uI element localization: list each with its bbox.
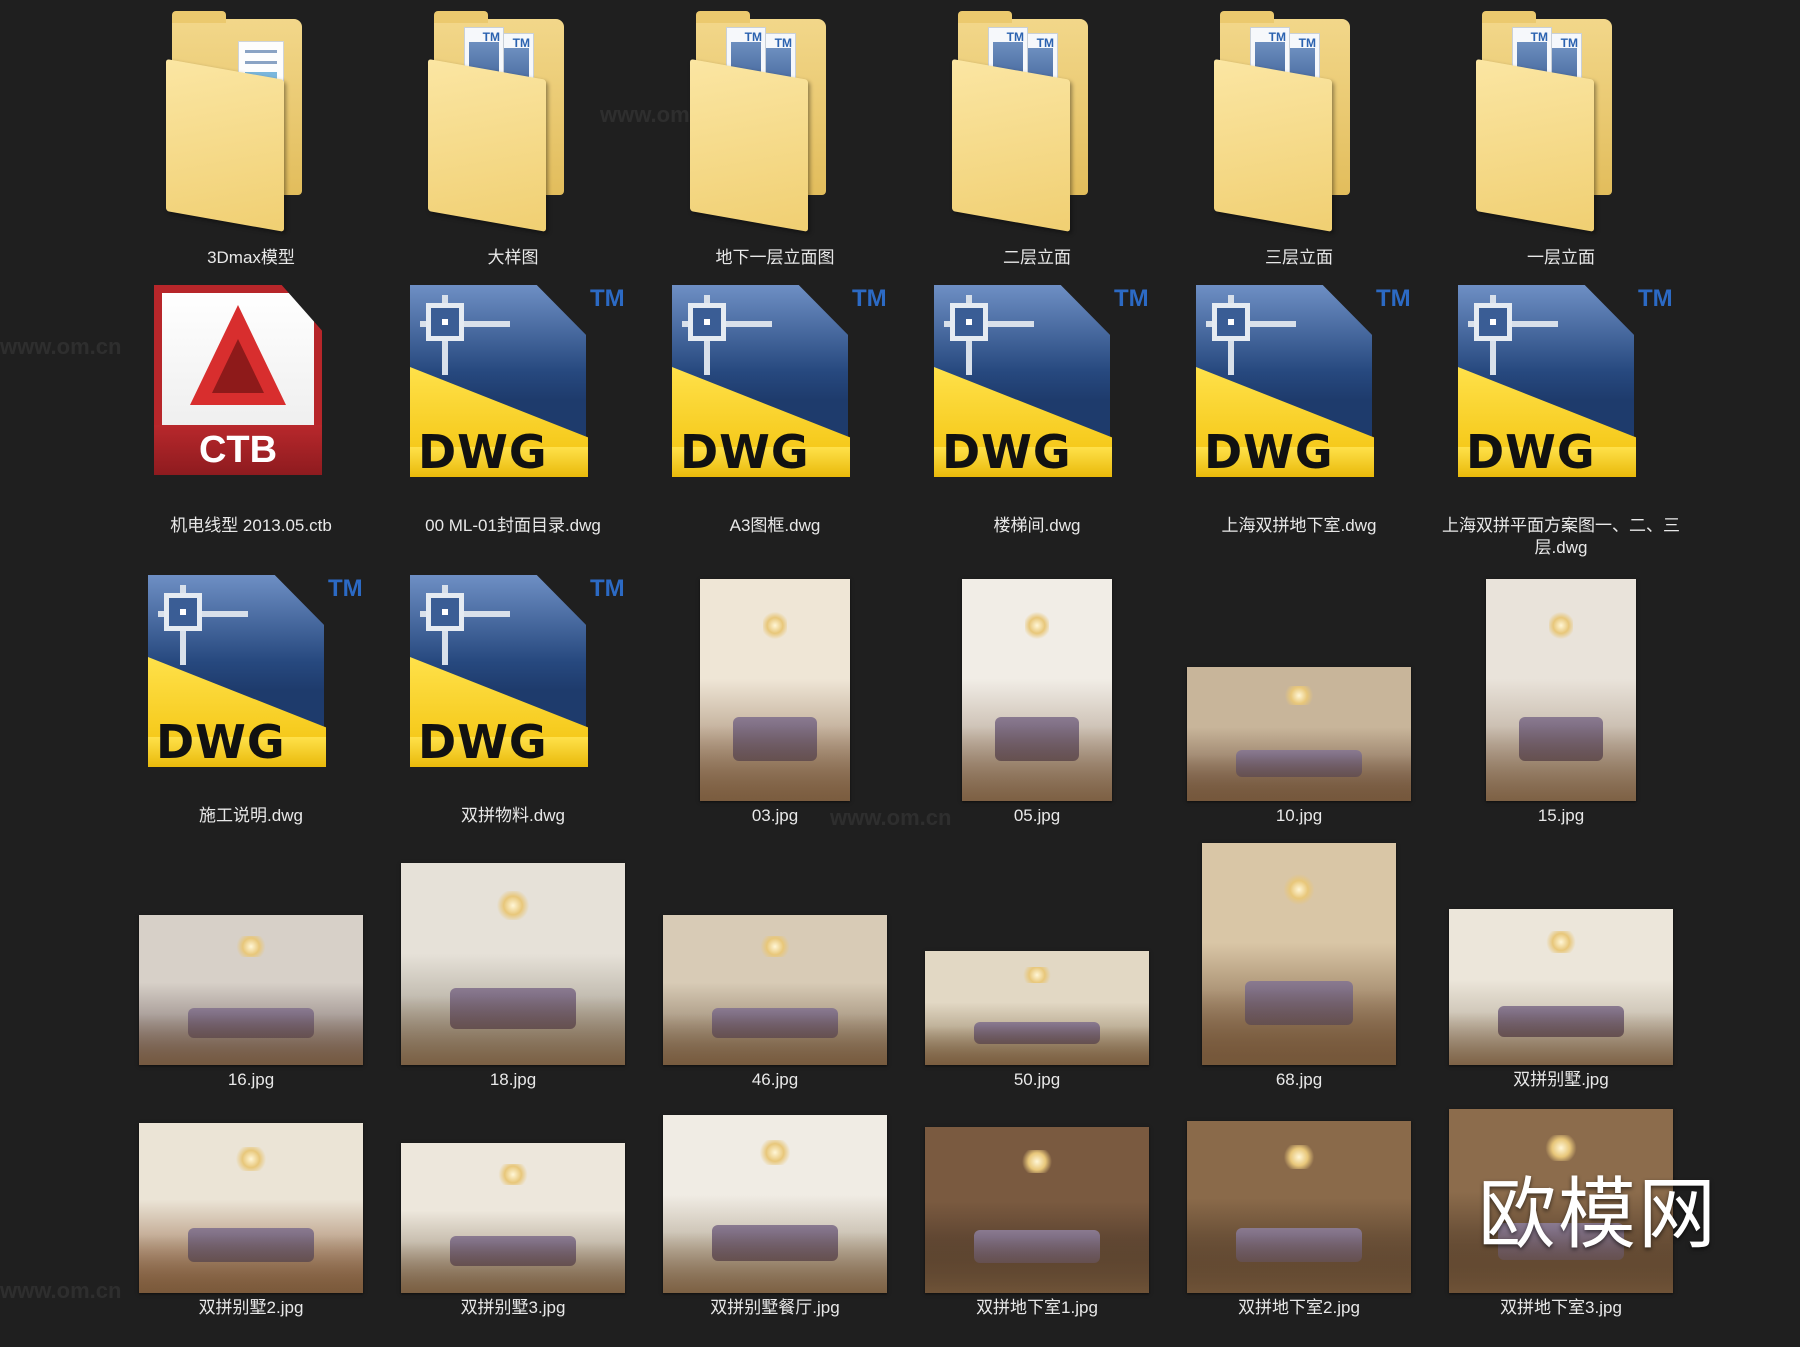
- folder-icon: TMTMVG: [1430, 7, 1692, 247]
- photo-preview: [962, 579, 1112, 801]
- photo-preview: [1486, 579, 1636, 801]
- file-item[interactable]: DWG TM 上海双拼平面方案图一、二、三层.dwg: [1430, 285, 1692, 565]
- photo-preview: [925, 951, 1149, 1065]
- dwg-file-icon: DWG TM: [906, 275, 1168, 515]
- photo-preview: [401, 1143, 625, 1293]
- image-thumbnail: [906, 829, 1168, 1069]
- file-item[interactable]: DWG TM 双拼物料.dwg: [382, 575, 644, 855]
- file-item[interactable]: DWG TM 00 ML-01封面目录.dwg: [382, 285, 644, 565]
- dwg-file-icon: DWG TM: [120, 565, 382, 805]
- file-name-label: 00 ML-01封面目录.dwg: [425, 516, 601, 535]
- image-thumbnail: [906, 1057, 1168, 1297]
- image-thumbnail: [1430, 565, 1692, 805]
- file-name-label: 03.jpg: [751, 806, 799, 825]
- file-item[interactable]: CTB 机电线型 2013.05.ctb: [120, 285, 382, 565]
- photo-preview: [401, 863, 625, 1065]
- image-thumbnail: [1168, 565, 1430, 805]
- brand-logo: 欧模网: [1478, 1170, 1719, 1260]
- file-name-label: 大样图: [487, 248, 539, 267]
- file-item[interactable]: 3Dmax模型: [120, 11, 382, 297]
- image-thumbnail: [906, 565, 1168, 805]
- file-item[interactable]: 05.jpg: [906, 577, 1168, 855]
- photo-preview: [1187, 667, 1411, 801]
- folder-icon: TMTMVG: [906, 7, 1168, 247]
- image-thumbnail: [120, 1057, 382, 1297]
- file-name-label: 一层立面: [1527, 248, 1595, 267]
- file-name-label: 双拼别墅餐厅.jpg: [710, 1298, 840, 1317]
- file-item[interactable]: 双拼别墅3.jpg: [382, 1083, 644, 1347]
- file-name-label: A3图框.dwg: [729, 516, 821, 535]
- file-name-label: 10.jpg: [1275, 806, 1323, 825]
- file-name-label: 双拼地下室3.jpg: [1500, 1298, 1622, 1317]
- file-item[interactable]: 03.jpg: [644, 577, 906, 855]
- photo-preview: [1202, 843, 1396, 1065]
- dwg-file-icon: DWG TM: [1168, 275, 1430, 515]
- photo-preview: [1449, 909, 1673, 1065]
- file-name-label: 05.jpg: [1013, 806, 1061, 825]
- watermark-text: www.om.cn: [0, 334, 122, 359]
- image-thumbnail: [382, 1057, 644, 1297]
- photo-preview: [139, 915, 363, 1065]
- file-name-label: 地下一层立面图: [715, 248, 835, 267]
- dwg-file-icon: DWG TM: [382, 275, 644, 515]
- file-item[interactable]: DWG TM A3图框.dwg: [644, 285, 906, 565]
- image-thumbnail: [644, 829, 906, 1069]
- image-thumbnail: [1168, 1057, 1430, 1297]
- photo-preview: [663, 1115, 887, 1293]
- file-name-label: 双拼别墅3.jpg: [460, 1298, 566, 1317]
- photo-preview: [663, 915, 887, 1065]
- file-item[interactable]: 双拼地下室1.jpg: [906, 1083, 1168, 1347]
- folder-icon: TMTMVG: [1168, 7, 1430, 247]
- file-item[interactable]: TMTMVG地下一层立面图: [644, 11, 906, 297]
- file-name-label: 3Dmax模型: [207, 248, 295, 267]
- watermark-text: www.om.cn: [0, 1278, 122, 1303]
- file-item[interactable]: TMTMVG一层立面: [1430, 11, 1692, 297]
- image-thumbnail: [382, 829, 644, 1069]
- file-item[interactable]: 双拼地下室2.jpg: [1168, 1083, 1430, 1347]
- dwg-file-icon: DWG TM: [1430, 275, 1692, 515]
- file-grid: 3Dmax模型TMTMVG大样图TMTMVG地下一层立面图TMTMVG二层立面T…: [120, 11, 1700, 1335]
- file-name-label: 施工说明.dwg: [199, 806, 303, 825]
- file-item[interactable]: TMTMVG三层立面: [1168, 11, 1430, 297]
- file-name-label: 上海双拼地下室.dwg: [1221, 516, 1377, 535]
- image-thumbnail: [120, 829, 382, 1069]
- folder-icon: TMTMVG: [644, 7, 906, 247]
- file-name-label: 双拼地下室2.jpg: [1238, 1298, 1360, 1317]
- file-item[interactable]: DWG TM 上海双拼地下室.dwg: [1168, 285, 1430, 565]
- file-name-label: 双拼物料.dwg: [461, 806, 565, 825]
- photo-preview: [1187, 1121, 1411, 1293]
- folder-icon: [120, 7, 382, 247]
- photo-preview: [139, 1123, 363, 1293]
- file-item[interactable]: DWG TM 施工说明.dwg: [120, 575, 382, 855]
- file-name-label: 楼梯间.dwg: [993, 516, 1081, 535]
- file-name-label: 三层立面: [1265, 248, 1333, 267]
- file-item[interactable]: 10.jpg: [1168, 577, 1430, 855]
- dwg-file-icon: DWG TM: [644, 275, 906, 515]
- file-name-label: 双拼别墅2.jpg: [198, 1298, 304, 1317]
- ctb-file-icon: CTB: [120, 275, 382, 515]
- file-name-label: 二层立面: [1003, 248, 1071, 267]
- file-item[interactable]: 双拼别墅餐厅.jpg: [644, 1083, 906, 1347]
- file-name-label: 上海双拼平面方案图一、二、三层.dwg: [1442, 516, 1680, 557]
- dwg-file-icon: DWG TM: [382, 565, 644, 805]
- image-thumbnail: [644, 1057, 906, 1297]
- file-name-label: 15.jpg: [1537, 806, 1585, 825]
- file-item[interactable]: 双拼别墅2.jpg: [120, 1083, 382, 1347]
- image-thumbnail: [644, 565, 906, 805]
- file-name-label: 机电线型 2013.05.ctb: [170, 516, 332, 535]
- image-thumbnail: [1168, 829, 1430, 1069]
- file-name-label: 双拼地下室1.jpg: [976, 1298, 1098, 1317]
- image-thumbnail: [1430, 829, 1692, 1069]
- file-item[interactable]: TMTMVG大样图: [382, 11, 644, 297]
- file-item[interactable]: DWG TM 楼梯间.dwg: [906, 285, 1168, 565]
- file-item[interactable]: 15.jpg: [1430, 577, 1692, 855]
- photo-preview: [925, 1127, 1149, 1293]
- file-item[interactable]: TMTMVG二层立面: [906, 11, 1168, 297]
- photo-preview: [700, 579, 850, 801]
- folder-icon: TMTMVG: [382, 7, 644, 247]
